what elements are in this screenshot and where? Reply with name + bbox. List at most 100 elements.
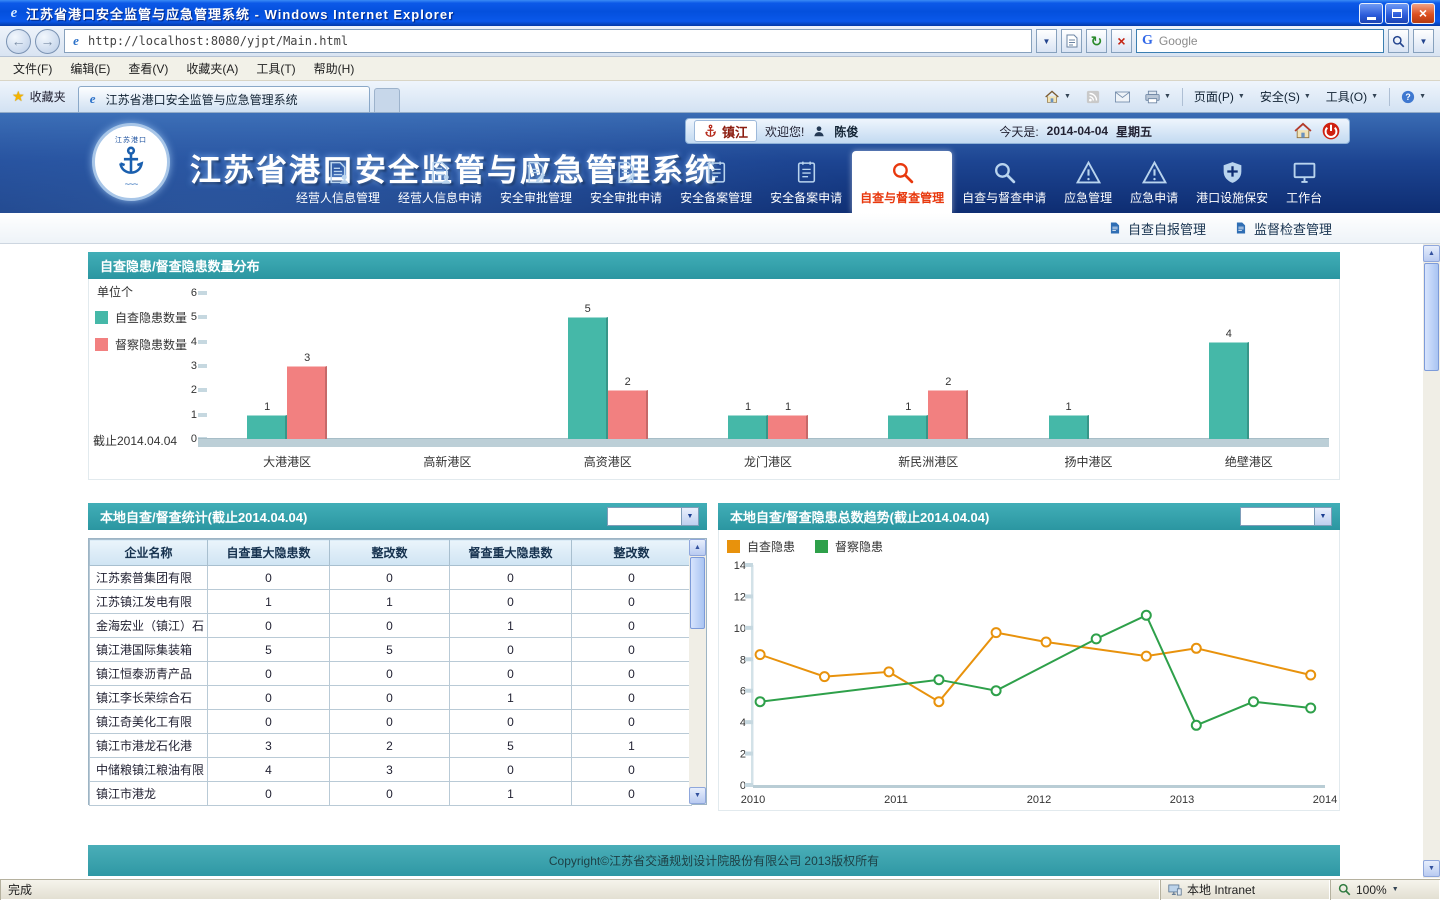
menu-favorites[interactable]: 收藏夹(A) [177,57,247,80]
line-self-check-marker [1042,638,1051,647]
panel-hazard-distribution: 自查隐患/督查隐患数量分布 单位个 自查隐患数量督察隐患数量 截止2014.04… [88,252,1340,480]
stats-filter-select[interactable]: ▼ [607,507,699,526]
legend-item: 自查隐患 [727,538,795,555]
region-name: 镇江 [722,122,748,141]
page-scroll-up-icon[interactable]: ▲ [1423,245,1440,262]
address-field[interactable]: e http://localhost:8080/yjpt/Main.html [64,29,1032,53]
nav-item-label: 工作台 [1286,189,1322,206]
menu-help[interactable]: 帮助(H) [305,57,364,80]
warning-icon [1076,160,1101,185]
column-header: 督查重大隐患数 [450,540,572,566]
restore-button[interactable] [1385,3,1409,24]
user-name[interactable]: 陈俊 [834,123,858,140]
hazard-distribution-header: 自查隐患/督查隐患数量分布 [88,252,1340,279]
chevron-down-icon: ▼ [1314,508,1331,525]
page-scroll-thumb[interactable] [1424,263,1439,371]
nav-item-4[interactable]: 安全备案管理 [672,151,760,213]
stats-table-wrap: 企业名称自查重大隐患数整改数督查重大隐患数整改数 江苏索普集团有限0000江苏镇… [88,538,707,805]
search-box[interactable]: G Google [1136,29,1384,53]
nav-item-2[interactable]: 安全审批管理 [492,151,580,213]
read-mail-button[interactable] [1109,87,1136,107]
table-row[interactable]: 镇江港国际集装箱5500 [90,638,692,662]
stop-button[interactable]: × [1111,29,1132,53]
menu-bar: 文件(F)编辑(E)查看(V)收藏夹(A)工具(T)帮助(H) [0,57,1440,81]
table-row[interactable]: 镇江市港龙石化港3251 [90,734,692,758]
tools-button[interactable]: 工具(O)▼ [1320,84,1384,109]
compatibility-view-button[interactable] [1061,29,1082,53]
trend-filter-select[interactable]: ▼ [1240,507,1332,526]
menu-edit[interactable]: 编辑(E) [61,57,119,80]
table-scroll-down-icon[interactable]: ▼ [689,787,706,804]
line-self-check-marker [756,650,765,659]
search-options-button[interactable]: ▼ [1413,29,1434,53]
page-scroll-down-icon[interactable]: ▼ [1423,860,1440,877]
portal-home-icon[interactable] [1293,121,1313,141]
chevron-down-icon: ▼ [1371,93,1378,100]
menu-view[interactable]: 查看(V) [119,57,177,80]
table-row[interactable]: 江苏索普集团有限0000 [90,566,692,590]
y-axis-tick-label: 1 [173,409,197,421]
logo-wave: ~~~ [125,179,138,189]
home-button[interactable]: ▼ [1038,85,1077,109]
table-row[interactable]: 中储粮镇江粮油有限4300 [90,758,692,782]
nav-item-label: 应急管理 [1064,189,1112,206]
nav-item-10[interactable]: 港口设施保安 [1188,151,1276,213]
x-axis-category-label: 高新港区 [372,453,522,470]
y-axis-tick [198,413,207,417]
nav-item-8[interactable]: 应急管理 [1056,151,1120,213]
table-row[interactable]: 江苏镇江发电有限1100 [90,590,692,614]
doc-small-icon [1234,221,1248,235]
window-title: 江苏省港口安全监管与应急管理系统 - Windows Internet Expl… [26,4,1359,23]
doc-approve-icon [524,160,549,185]
menu-file[interactable]: 文件(F) [4,57,61,80]
table-scroll-up-icon[interactable]: ▲ [689,539,706,556]
nav-item-11[interactable]: 工作台 [1278,151,1330,213]
nav-item-7[interactable]: 自查与督查申请 [954,151,1054,213]
minimize-button[interactable] [1359,3,1383,24]
address-dropdown-button[interactable]: ▼ [1036,29,1057,53]
new-tab-button[interactable] [374,88,400,112]
browser-tab-active[interactable]: e 江苏省港口安全监管与应急管理系统 [78,86,370,112]
table-scroll-thumb[interactable] [690,557,705,629]
legend-swatch [727,540,740,553]
table-row[interactable]: 镇江李长荣综合石0010 [90,686,692,710]
subnav-item-1[interactable]: 监督检查管理 [1234,219,1332,238]
table-row[interactable]: 镇江市港龙0010 [90,782,692,806]
nav-item-0[interactable]: 经营人信息管理 [288,151,388,213]
logo-text: 江苏港口 [115,135,147,145]
safety-button[interactable]: 安全(S)▼ [1254,84,1317,109]
close-button[interactable]: × [1411,3,1435,24]
line-supervise-marker [1142,611,1151,620]
table-row[interactable]: 镇江恒泰沥青产品0000 [90,662,692,686]
search-button[interactable] [1388,29,1409,53]
bar-value-label: 3 [287,352,327,364]
feeds-button[interactable] [1080,86,1106,108]
nav-item-5[interactable]: 安全备案申请 [762,151,850,213]
table-row[interactable]: 镇江奇美化工有限0000 [90,710,692,734]
column-header: 整改数 [330,540,450,566]
table-scrollbar[interactable]: ▲ ▼ [689,539,706,804]
table-row[interactable]: 金海宏业（镇江）石0010 [90,614,692,638]
nav-item-3[interactable]: 安全审批申请 [582,151,670,213]
logout-power-icon[interactable] [1321,121,1341,141]
help-button[interactable]: ? ▼ [1395,86,1432,108]
value-cell: 3 [330,758,450,782]
subnav-item-0[interactable]: 自查自报管理 [1108,219,1206,238]
zoom-dropdown-icon[interactable]: ▼ [1392,886,1399,893]
nav-item-9[interactable]: 应急申请 [1122,151,1186,213]
page-scrollbar[interactable]: ▲ ▼ [1423,244,1440,878]
command-bar: ▼ ▼ 页面(P)▼安全(S)▼工具(O)▼ ? ▼ [1038,84,1436,109]
favorites-button[interactable]: ★ 收藏夹 [4,85,74,108]
print-button[interactable]: ▼ [1139,86,1177,108]
value-cell: 0 [450,662,572,686]
nav-item-6-active[interactable]: 自查与督查管理 [852,151,952,213]
page-button[interactable]: 页面(P)▼ [1188,84,1251,109]
forward-button[interactable]: → [35,29,60,54]
bar-supervise [608,390,648,439]
status-zoom[interactable]: 100% ▼ [1330,879,1440,900]
refresh-button[interactable]: ↻ [1086,29,1107,53]
back-button[interactable]: ← [6,29,31,54]
column-header: 整改数 [572,540,692,566]
nav-item-1[interactable]: 经营人信息申请 [390,151,490,213]
menu-tools[interactable]: 工具(T) [247,57,304,80]
